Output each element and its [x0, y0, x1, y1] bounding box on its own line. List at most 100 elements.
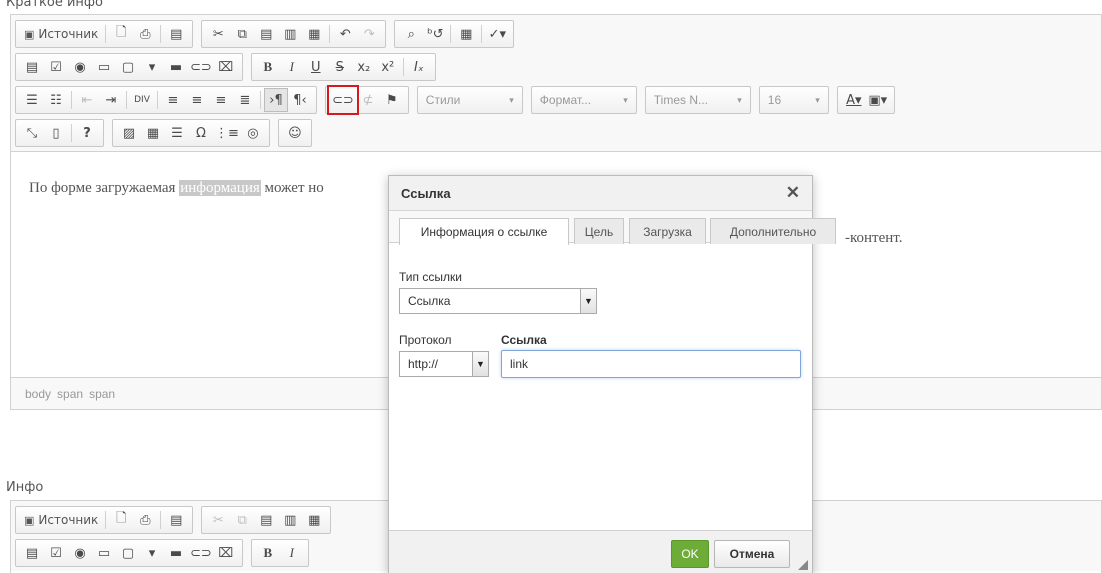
paste-text-icon[interactable]: ▥: [278, 508, 302, 532]
print-icon[interactable]: ⎙: [133, 508, 157, 532]
spellcheck-icon[interactable]: ✓▾: [485, 22, 509, 46]
align-left-icon[interactable]: ≡: [161, 88, 185, 112]
tab-upload[interactable]: Загрузка: [629, 218, 706, 244]
align-right-icon[interactable]: ≡: [209, 88, 233, 112]
textarea-icon[interactable]: ▢: [116, 55, 140, 79]
button-field-icon[interactable]: ▬: [164, 541, 188, 565]
text-color-icon[interactable]: A▾: [842, 88, 866, 112]
section-label-info: Инфо: [6, 480, 44, 495]
italic-icon[interactable]: I: [280, 55, 304, 79]
indent-icon[interactable]: ⇥: [99, 88, 123, 112]
iframe-icon[interactable]: ◎: [241, 121, 265, 145]
about-icon[interactable]: ?: [75, 121, 99, 145]
rtl-icon[interactable]: ¶‹: [288, 88, 312, 112]
align-center-icon[interactable]: ≡: [185, 88, 209, 112]
maximize-icon[interactable]: ⤡: [20, 121, 44, 145]
bulleted-list-icon[interactable]: ☷: [44, 88, 68, 112]
path-item[interactable]: body: [25, 387, 51, 401]
link-type-select[interactable]: Ссылка ▼: [399, 288, 597, 314]
show-blocks-icon[interactable]: ▯: [44, 121, 68, 145]
font-combo[interactable]: Times N... ▾: [644, 86, 751, 114]
path-item[interactable]: span: [89, 387, 115, 401]
templates-icon[interactable]: ▤: [164, 22, 188, 46]
superscript-icon[interactable]: x²: [376, 55, 400, 79]
underline-icon[interactable]: U: [304, 55, 328, 79]
replace-icon[interactable]: ᵇ↺: [423, 22, 447, 46]
paste-word-icon[interactable]: ▦: [302, 508, 326, 532]
image-icon[interactable]: ▨: [117, 121, 141, 145]
image-button-icon[interactable]: ⊂⊃: [188, 55, 214, 79]
numbered-list-icon[interactable]: ☰: [20, 88, 44, 112]
redo-icon[interactable]: ↷: [357, 22, 381, 46]
source-button[interactable]: ▣ Источник: [20, 22, 102, 46]
checkbox-icon[interactable]: ☑: [44, 55, 68, 79]
select-field-icon[interactable]: ▾: [140, 55, 164, 79]
link-icon[interactable]: ⊂⊃: [327, 85, 359, 115]
italic-icon[interactable]: I: [280, 541, 304, 565]
paste-icon[interactable]: ▤: [254, 22, 278, 46]
paste-icon[interactable]: ▤: [254, 508, 278, 532]
bg-color-icon[interactable]: ▣▾: [866, 88, 890, 112]
path-item[interactable]: span: [57, 387, 83, 401]
subscript-icon[interactable]: x₂: [352, 55, 376, 79]
preview-icon[interactable]: 🗋: [109, 508, 133, 532]
horizontal-rule-icon[interactable]: ☰: [165, 121, 189, 145]
paste-word-icon[interactable]: ▦: [302, 22, 326, 46]
undo-icon[interactable]: ↶: [333, 22, 357, 46]
styles-combo[interactable]: Стили ▾: [416, 86, 523, 114]
font-size-combo[interactable]: 16 ▾: [758, 86, 829, 114]
textarea-icon[interactable]: ▢: [116, 541, 140, 565]
bold-icon[interactable]: B: [256, 541, 280, 565]
print-icon[interactable]: ⎙: [133, 22, 157, 46]
page-break-icon[interactable]: ⋮≡: [213, 121, 241, 145]
paste-text-icon[interactable]: ▥: [278, 22, 302, 46]
templates-icon[interactable]: ▤: [164, 508, 188, 532]
textfield-icon[interactable]: ▭: [92, 541, 116, 565]
button-field-icon[interactable]: ▬: [164, 55, 188, 79]
resize-handle[interactable]: [798, 560, 808, 570]
format-combo[interactable]: Формат... ▾: [530, 86, 637, 114]
form-icon[interactable]: ▤: [20, 55, 44, 79]
copy-icon[interactable]: ⧉: [230, 22, 254, 46]
preview-icon[interactable]: 🗋: [109, 22, 133, 46]
anchor-icon[interactable]: ⚑: [380, 88, 404, 112]
find-icon[interactable]: ⌕: [399, 22, 423, 46]
radio-icon[interactable]: ◉: [68, 541, 92, 565]
outdent-icon[interactable]: ⇤: [75, 88, 99, 112]
justify-icon[interactable]: ≣: [233, 88, 257, 112]
table-icon[interactable]: ▦: [141, 121, 165, 145]
select-field-icon[interactable]: ▾: [140, 541, 164, 565]
form-icon[interactable]: ▤: [20, 541, 44, 565]
content-text-tail: -контент.: [845, 230, 903, 246]
remove-format-icon[interactable]: Iₓ: [407, 55, 431, 79]
unlink-icon[interactable]: ⊄: [356, 88, 380, 112]
checkbox-icon[interactable]: ☑: [44, 541, 68, 565]
cancel-button[interactable]: Отмена: [714, 540, 790, 568]
ok-button[interactable]: OK: [671, 540, 709, 568]
strike-icon[interactable]: S: [328, 55, 352, 79]
ltr-icon[interactable]: ›¶: [264, 88, 288, 112]
dialog-titlebar[interactable]: Ссылка ✕: [389, 176, 812, 211]
special-char-icon[interactable]: Ω: [189, 121, 213, 145]
toolbar-group-tools: ⤡ ▯ ?: [15, 119, 104, 147]
hidden-field-icon[interactable]: ⌧: [214, 55, 238, 79]
source-button-2[interactable]: ▣ Источник: [20, 508, 102, 532]
copy-icon[interactable]: ⧉: [230, 508, 254, 532]
protocol-select[interactable]: http:// ▼: [399, 351, 489, 377]
cut-icon[interactable]: ✂: [206, 508, 230, 532]
textfield-icon[interactable]: ▭: [92, 55, 116, 79]
div-container-icon[interactable]: DIV: [130, 88, 154, 112]
bold-icon[interactable]: B: [256, 55, 280, 79]
tab-link-info[interactable]: Информация о ссылке: [399, 218, 569, 245]
select-all-icon[interactable]: ▦: [454, 22, 478, 46]
tab-advanced[interactable]: Дополнительно: [710, 218, 836, 244]
chevron-down-icon: ▾: [623, 94, 628, 105]
image-button-icon[interactable]: ⊂⊃: [188, 541, 214, 565]
url-input[interactable]: link: [501, 350, 801, 378]
smiley-icon[interactable]: ☺: [283, 121, 307, 145]
tab-target[interactable]: Цель: [574, 218, 624, 244]
cut-icon[interactable]: ✂: [206, 22, 230, 46]
hidden-field-icon[interactable]: ⌧: [214, 541, 238, 565]
radio-icon[interactable]: ◉: [68, 55, 92, 79]
close-icon[interactable]: ✕: [786, 183, 800, 203]
